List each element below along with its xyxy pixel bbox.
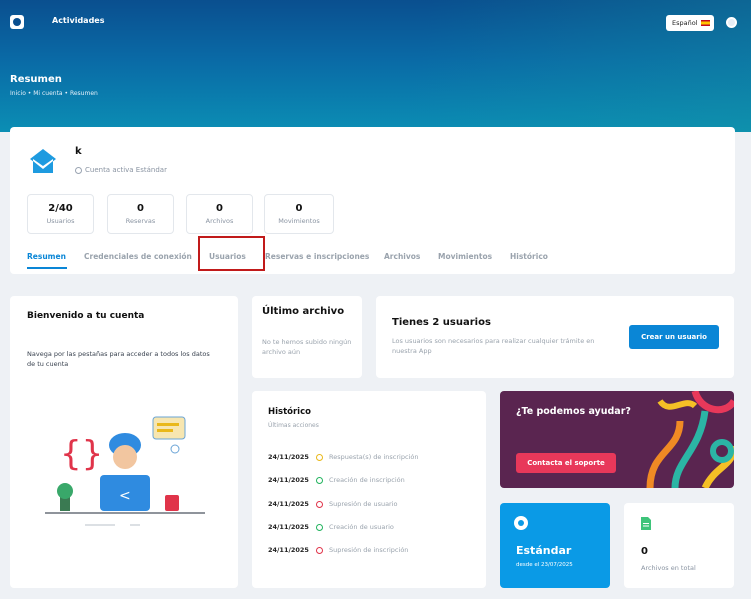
breadcrumb: Inicio • Mi cuenta • Resumen	[10, 90, 98, 97]
history-item[interactable]: 24/11/2025 Respuesta(s) de inscripción	[268, 453, 418, 461]
stat-label: Movimientos	[278, 217, 320, 225]
tab-credenciales[interactable]: Credenciales de conexión	[84, 252, 192, 261]
spain-flag-icon	[700, 20, 710, 26]
plan-since: desde el 23/07/2025	[516, 562, 573, 568]
stat-value: 2/40	[48, 203, 73, 214]
history-date: 24/11/2025	[268, 546, 309, 554]
history-desc: Creación de usuario	[329, 523, 394, 531]
account-status: Cuenta activa Estándar	[75, 166, 167, 174]
yellow-dot-icon	[316, 453, 323, 461]
help-title: ¿Te podemos ayudar?	[516, 406, 631, 417]
contact-support-button[interactable]: Contacta el soporte	[516, 453, 616, 473]
files-total-value: 0	[641, 546, 648, 557]
profile-name: k	[75, 146, 82, 157]
history-desc: Respuesta(s) de inscripción	[329, 453, 419, 461]
account-logo-icon	[30, 149, 56, 173]
history-desc: Supresión de usuario	[329, 500, 398, 508]
history-item[interactable]: 24/11/2025 Supresión de inscripción	[268, 546, 408, 554]
history-date: 24/11/2025	[268, 453, 309, 461]
top-bar: Actividades Español	[0, 0, 751, 44]
tab-resumen[interactable]: Resumen	[27, 252, 66, 261]
green-dot-icon	[316, 523, 323, 531]
history-item[interactable]: 24/11/2025 Creación de inscripción	[268, 476, 405, 484]
language-label: Español	[672, 19, 698, 27]
plan-name: Estándar	[516, 544, 572, 557]
language-selector[interactable]: Español	[666, 15, 714, 31]
svg-text:<: <	[119, 488, 131, 504]
stat-label: Archivos	[205, 217, 234, 225]
welcome-illustration-icon: {} <	[45, 416, 205, 526]
tab-historico[interactable]: Histórico	[510, 252, 548, 261]
stat-value: 0	[295, 203, 303, 214]
user-menu-icon[interactable]	[726, 17, 737, 28]
stat-label: Usuarios	[46, 217, 75, 225]
account-status-label: Cuenta activa Estándar	[85, 166, 167, 174]
tab-movimientos[interactable]: Movimientos	[438, 252, 492, 261]
history-desc: Supresión de inscripción	[329, 546, 409, 554]
files-total-label: Archivos en total	[641, 564, 696, 572]
stat-usuarios[interactable]: 2/40 Usuarios	[27, 194, 94, 234]
stat-value: 0	[216, 203, 223, 214]
tab-archivos[interactable]: Archivos	[384, 252, 420, 261]
create-user-button[interactable]: Crear un usuario	[629, 325, 719, 349]
red-dot-icon	[316, 546, 323, 554]
stat-value: 0	[137, 203, 144, 214]
history-title: Histórico	[268, 407, 311, 417]
history-date: 24/11/2025	[268, 500, 309, 508]
highlight-annotation	[198, 236, 265, 271]
document-icon	[641, 517, 651, 530]
users-text: Los usuarios son necesarios para realiza…	[392, 337, 595, 355]
active-tab-indicator	[27, 267, 67, 269]
welcome-text: Navega por las pestañas para acceder a t…	[27, 350, 210, 368]
history-item[interactable]: 24/11/2025 Supresión de usuario	[268, 500, 398, 508]
app-logo-icon[interactable]	[10, 15, 24, 29]
history-item[interactable]: 24/11/2025 Creación de usuario	[268, 523, 394, 531]
red-dot-icon	[316, 500, 323, 508]
plan-badge-icon	[514, 516, 528, 530]
stat-archivos[interactable]: 0 Archivos	[186, 194, 253, 234]
last-file-title: Último archivo	[262, 306, 345, 317]
tab-reservas[interactable]: Reservas e inscripciones	[265, 252, 369, 261]
last-file-text: No te hemos subido ningún archivo aún	[262, 338, 352, 356]
green-dot-icon	[316, 476, 323, 484]
stat-label: Reservas	[125, 217, 156, 225]
history-desc: Creación de inscripción	[329, 476, 405, 484]
users-title: Tienes 2 usuarios	[392, 317, 491, 328]
nav-link-actividades[interactable]: Actividades	[52, 16, 105, 25]
history-date: 24/11/2025	[268, 523, 309, 531]
history-date: 24/11/2025	[268, 476, 309, 484]
welcome-title: Bienvenido a tu cuenta	[27, 311, 145, 321]
svg-text:{}: {}	[60, 434, 103, 474]
status-icon	[75, 166, 82, 174]
stat-reservas[interactable]: 0 Reservas	[107, 194, 174, 234]
history-subtitle: Últimas acciones	[268, 422, 319, 429]
history-card	[252, 391, 486, 588]
page-title: Resumen	[10, 74, 62, 85]
stat-movimientos[interactable]: 0 Movimientos	[264, 194, 334, 234]
